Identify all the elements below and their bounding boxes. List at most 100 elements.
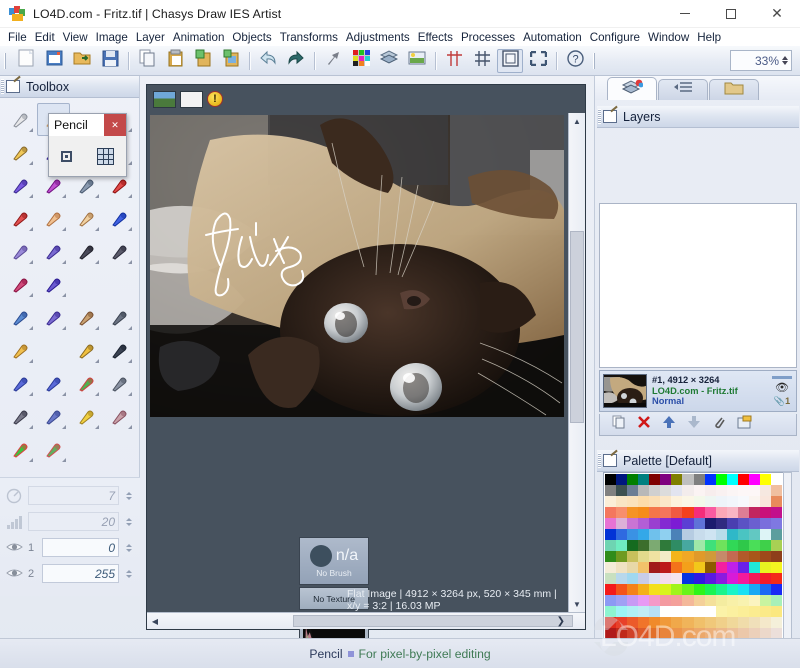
channel-2-param[interactable]: 2 255 [6, 562, 134, 585]
tool-options-corner[interactable] [127, 260, 132, 264]
tool-eyedropper[interactable] [70, 301, 103, 334]
tool-options-corner[interactable] [61, 425, 66, 429]
palette-swatch[interactable] [737, 485, 749, 496]
zoom-stepper[interactable] [782, 56, 788, 65]
scroll-left-icon[interactable]: ◀ [147, 617, 163, 626]
palette-swatch[interactable] [737, 540, 749, 551]
palette-swatch[interactable] [660, 474, 672, 485]
palette-swatch[interactable] [759, 595, 771, 606]
color-palette-button[interactable] [348, 49, 374, 73]
palette-swatch[interactable] [759, 496, 771, 507]
palette-swatch[interactable] [759, 540, 771, 551]
palette-swatch[interactable] [627, 562, 639, 573]
tab-objects[interactable] [658, 79, 708, 100]
palette-swatch[interactable] [671, 584, 683, 595]
tool-options-corner[interactable] [28, 425, 33, 429]
palette-swatch[interactable] [759, 606, 771, 617]
palette-swatch[interactable] [715, 518, 727, 529]
palette-swatch[interactable] [704, 551, 716, 562]
palette-swatch[interactable] [660, 551, 672, 562]
tool-options-corner[interactable] [94, 194, 99, 198]
palette-swatch[interactable] [704, 507, 716, 518]
palette-swatch[interactable] [770, 496, 782, 507]
palette-swatch[interactable] [638, 485, 650, 496]
tool-options-corner[interactable] [94, 425, 99, 429]
palette-swatch[interactable] [671, 496, 683, 507]
palette-swatch[interactable] [660, 540, 672, 551]
palette-swatch[interactable] [737, 518, 749, 529]
palette-swatch[interactable] [605, 595, 617, 606]
palette-swatch[interactable] [693, 606, 705, 617]
palette-swatch[interactable] [748, 606, 760, 617]
palette-swatch[interactable] [682, 584, 694, 595]
tool-options-corner[interactable] [127, 161, 132, 165]
tool-select-move[interactable] [4, 301, 37, 334]
paperclip-icon[interactable]: 📎1 [774, 396, 790, 407]
help-button[interactable]: ? [562, 49, 588, 73]
tool-options-corner[interactable] [28, 128, 33, 132]
palette-swatch[interactable] [770, 584, 782, 595]
palette-swatch[interactable] [748, 540, 760, 551]
palette-swatch[interactable] [748, 573, 760, 584]
palette-swatch[interactable] [693, 529, 705, 540]
palette-swatch[interactable] [704, 595, 716, 606]
palette-swatch[interactable] [671, 617, 683, 628]
palette-swatch[interactable] [671, 562, 683, 573]
palette-swatch[interactable] [649, 573, 661, 584]
palette-swatch[interactable] [616, 529, 628, 540]
palette-swatch[interactable] [759, 573, 771, 584]
menu-item-file[interactable]: File [4, 30, 31, 45]
palette-swatch[interactable] [770, 540, 782, 551]
paste-button[interactable] [162, 49, 188, 73]
opacity-param-input[interactable]: 7 [28, 486, 119, 505]
palette-swatch[interactable] [605, 485, 617, 496]
palette-swatch[interactable] [770, 474, 782, 485]
palette-swatch[interactable] [671, 518, 683, 529]
close-button[interactable]: ✕ [754, 0, 800, 28]
palette-swatch[interactable] [759, 529, 771, 540]
palette-swatch[interactable] [770, 573, 782, 584]
palette-swatch[interactable] [638, 474, 650, 485]
palette-swatch[interactable] [660, 584, 672, 595]
palette-swatch[interactable] [638, 595, 650, 606]
tool-options-corner[interactable] [94, 227, 99, 231]
palette-swatch[interactable] [715, 485, 727, 496]
tool-options-corner[interactable] [94, 326, 99, 330]
vertical-scroll-thumb[interactable] [570, 231, 584, 423]
tool-empty-2[interactable] [103, 268, 136, 301]
palette-swatch[interactable] [693, 595, 705, 606]
palette-swatch[interactable] [770, 507, 782, 518]
tool-options-corner[interactable] [61, 293, 66, 297]
tool-text[interactable] [103, 334, 136, 367]
size-param-stepper[interactable] [126, 517, 134, 526]
palette-swatch[interactable] [715, 573, 727, 584]
horizontal-scroll-thumb[interactable] [293, 615, 573, 627]
channel-1-param-input[interactable]: 0 [42, 538, 119, 557]
tool-options-corner[interactable] [61, 458, 66, 462]
palette-swatch[interactable] [671, 606, 683, 617]
canvas-horizontal-scrollbar[interactable]: ◀ ❯ [147, 612, 585, 629]
palette-swatch[interactable] [715, 617, 727, 628]
palette-swatch[interactable] [627, 496, 639, 507]
palette-swatch[interactable] [682, 474, 694, 485]
palette-swatch[interactable] [605, 507, 617, 518]
layers-button[interactable] [376, 49, 402, 73]
palette-swatch[interactable] [770, 485, 782, 496]
palette-swatch[interactable] [759, 617, 771, 628]
palette-swatch[interactable] [737, 595, 749, 606]
pick-tool-button[interactable] [320, 49, 346, 73]
palette-swatch[interactable] [638, 551, 650, 562]
palette-swatch[interactable] [748, 529, 760, 540]
palette-swatch[interactable] [682, 507, 694, 518]
palette-swatch[interactable] [638, 496, 650, 507]
palette-swatch[interactable] [682, 496, 694, 507]
palette-swatch[interactable] [616, 496, 628, 507]
tool-magic-wand[interactable] [70, 400, 103, 433]
move-layer-down-button[interactable] [687, 415, 701, 434]
palette-swatch[interactable] [605, 617, 617, 628]
palette-swatch[interactable] [638, 562, 650, 573]
tool-sparkle[interactable] [70, 235, 103, 268]
duplicate-layer-button[interactable] [612, 415, 626, 434]
canvas-frame-button[interactable] [497, 48, 523, 73]
layer-item[interactable]: #1, 4912 × 3264 LO4D.com - Fritz.tif Nor… [599, 370, 797, 412]
